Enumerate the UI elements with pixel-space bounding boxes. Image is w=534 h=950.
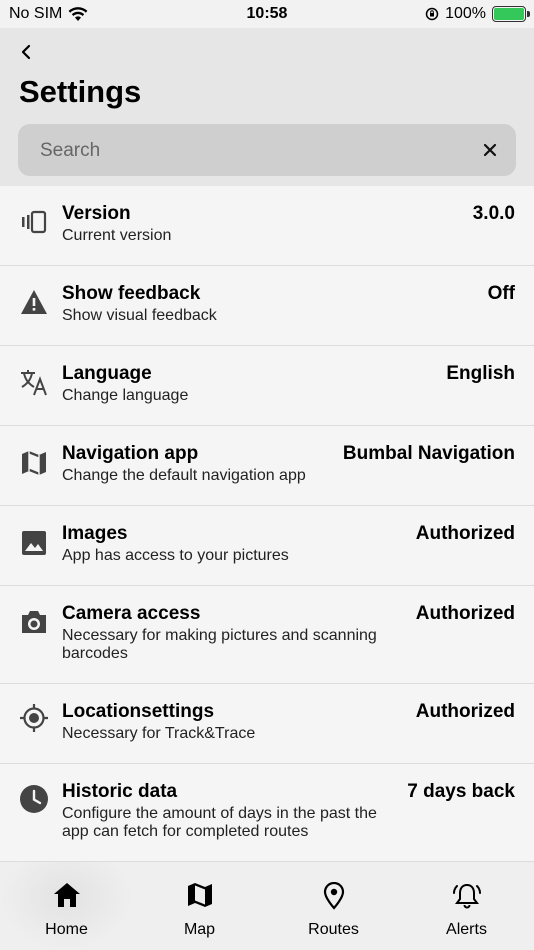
setting-row-historic-data[interactable]: Historic data Configure the amount of da… — [0, 764, 534, 862]
tab-label: Map — [183, 921, 216, 938]
tab-map[interactable]: Map — [133, 862, 266, 950]
image-icon — [19, 528, 49, 558]
clear-search-button[interactable] — [478, 138, 502, 162]
close-icon — [483, 143, 497, 157]
clock-icon — [19, 784, 49, 814]
setting-row-version[interactable]: Version Current version 3.0.0 — [0, 186, 534, 266]
setting-subtitle: App has access to your pictures — [62, 547, 289, 564]
battery-icon — [492, 6, 530, 22]
setting-row-camera-access[interactable]: Camera access Necessary for making pictu… — [0, 586, 534, 684]
home-icon — [53, 883, 80, 907]
warning-icon — [19, 287, 49, 317]
tab-home[interactable]: Home — [0, 862, 133, 950]
header: Settings — [0, 28, 534, 186]
tab-routes[interactable]: Routes — [267, 862, 400, 950]
setting-subtitle: Current version — [62, 227, 172, 244]
search-input[interactable] — [38, 124, 462, 178]
setting-subtitle: Change the default navigation app — [62, 467, 306, 484]
tab-label: Routes — [308, 921, 359, 938]
setting-title: Camera access — [62, 603, 201, 624]
setting-value: Authorized — [415, 523, 515, 544]
bell-icon — [452, 883, 481, 909]
setting-subtitle: Change language — [62, 387, 189, 404]
tab-alerts[interactable]: Alerts — [400, 862, 533, 950]
tab-bar: Home Map Routes Alerts — [0, 862, 534, 950]
back-button[interactable] — [14, 40, 38, 64]
setting-row-language[interactable]: Language Change language English — [0, 346, 534, 426]
setting-value: 7 days back — [407, 781, 515, 802]
camera-icon — [19, 607, 49, 637]
setting-row-locationsettings[interactable]: Locationsettings Necessary for Track&Tra… — [0, 684, 534, 764]
setting-row-images[interactable]: Images App has access to your pictures A… — [0, 506, 534, 586]
map-icon — [187, 883, 212, 907]
translate-icon — [19, 367, 49, 397]
map-icon — [19, 448, 49, 478]
setting-subtitle: Configure the amount of days in the past… — [62, 805, 377, 840]
version-icon — [19, 207, 49, 237]
location-pin-icon — [323, 882, 344, 910]
status-bar: No SIM 10:58 100% — [0, 0, 534, 28]
setting-subtitle: Necessary for Track&Trace — [62, 725, 256, 742]
setting-title: Version — [62, 203, 131, 224]
setting-title: Historic data — [62, 781, 178, 802]
search-box — [18, 124, 516, 178]
setting-value: Authorized — [415, 701, 515, 722]
settings-list: Version Current version 3.0.0 Show feedb… — [0, 186, 534, 862]
status-right: 100% — [425, 5, 530, 23]
location-target-icon — [19, 703, 49, 733]
tab-label: Alerts — [446, 921, 487, 938]
orientation-lock-icon — [425, 7, 439, 21]
setting-title: Images — [62, 523, 128, 544]
setting-value: English — [446, 363, 515, 384]
chevron-left-icon — [21, 44, 31, 60]
setting-row-navigation-app[interactable]: Navigation app Change the default naviga… — [0, 426, 534, 506]
tab-label: Home — [45, 921, 88, 938]
setting-title: Locationsettings — [62, 701, 215, 722]
setting-value: Authorized — [415, 603, 515, 624]
setting-title: Language — [62, 363, 152, 384]
setting-title: Show feedback — [62, 283, 201, 304]
setting-subtitle: Show visual feedback — [62, 307, 217, 324]
battery-percent: 100% — [445, 5, 486, 22]
page-title: Settings — [19, 74, 142, 109]
setting-value: Bumbal Navigation — [342, 443, 515, 464]
setting-value: 3.0.0 — [472, 203, 515, 224]
setting-value: Off — [487, 283, 515, 304]
setting-subtitle: Necessary for making pictures and scanni… — [62, 627, 377, 662]
setting-title: Navigation app — [62, 443, 199, 464]
setting-row-show-feedback[interactable]: Show feedback Show visual feedback Off — [0, 266, 534, 346]
